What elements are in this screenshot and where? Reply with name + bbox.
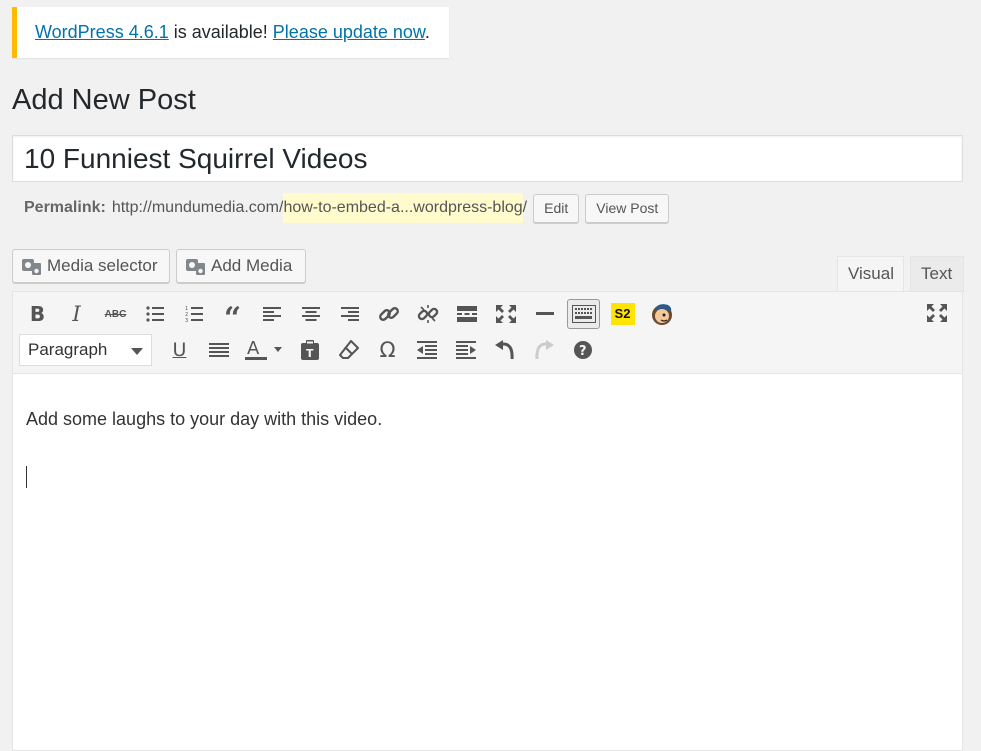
numbered-list-icon[interactable]: 123 [174, 297, 213, 331]
align-center-icon[interactable] [291, 297, 330, 331]
svg-text:A: A [247, 339, 260, 359]
media-icon [22, 259, 41, 275]
strikethrough-icon[interactable]: ABC [96, 297, 135, 331]
chevron-down-icon [131, 348, 143, 355]
notice-text: is available! [168, 22, 273, 42]
help-icon[interactable]: ? [563, 333, 602, 367]
permalink-row: Permalink: http://mundumedia.com/how-to-… [24, 193, 670, 223]
content-paragraph: Add some laughs to your day with this vi… [26, 409, 383, 429]
post-title-input[interactable]: 10 Funniest Squirrel Videos [12, 135, 963, 182]
justify-icon[interactable] [199, 333, 238, 367]
text-cursor [26, 466, 27, 488]
distraction-free-icon[interactable] [486, 297, 525, 331]
toolbar-toggle-icon[interactable] [567, 299, 600, 329]
editor-toolbar: B I ABC 123 “ S2 Paragraph U A T Ω ? [13, 292, 962, 374]
indent-icon[interactable] [446, 333, 485, 367]
media-selector-label: Media selector [47, 256, 158, 275]
media-selector-button[interactable]: Media selector [12, 249, 170, 283]
toolbar-row-1: B I ABC 123 “ S2 [18, 296, 681, 334]
add-media-label: Add Media [211, 256, 293, 275]
mailchimp-icon[interactable] [642, 297, 681, 331]
editor-content[interactable]: Add some laughs to your day with this vi… [13, 374, 962, 520]
fullscreen-icon[interactable] [917, 296, 956, 330]
add-media-button[interactable]: Add Media [176, 249, 306, 283]
post-editor: B I ABC 123 “ S2 Paragraph U A T Ω ? Add… [12, 291, 963, 751]
paste-as-text-icon[interactable]: T [290, 333, 329, 367]
text-color-icon[interactable]: A [238, 333, 290, 367]
redo-icon[interactable] [524, 333, 563, 367]
undo-icon[interactable] [485, 333, 524, 367]
notice-end: . [424, 22, 430, 42]
align-right-icon[interactable] [330, 297, 369, 331]
svg-text:T: T [306, 347, 314, 360]
update-now-link[interactable]: Please update now [273, 22, 425, 42]
special-character-icon[interactable]: Ω [368, 333, 407, 367]
tab-visual[interactable]: Visual [837, 256, 904, 292]
remove-link-icon[interactable] [408, 297, 447, 331]
format-select-value: Paragraph [28, 340, 108, 359]
bullet-list-icon[interactable] [135, 297, 174, 331]
format-select[interactable]: Paragraph [19, 334, 152, 366]
blockquote-icon[interactable]: “ [213, 297, 252, 334]
read-more-icon[interactable] [447, 297, 486, 331]
s2-badge: S2 [610, 303, 635, 325]
underline-icon[interactable]: U [160, 333, 199, 367]
permalink-trailing: / [522, 199, 528, 216]
tab-text[interactable]: Text [910, 256, 964, 292]
italic-icon[interactable]: I [57, 297, 96, 331]
svg-text:?: ? [579, 344, 587, 359]
update-notice: WordPress 4.6.1 is available! Please upd… [12, 7, 449, 58]
svg-text:3: 3 [185, 318, 188, 323]
permalink-base: http://mundumedia.com/ [111, 199, 284, 216]
edit-permalink-button[interactable]: Edit [533, 193, 580, 223]
outdent-icon[interactable] [407, 333, 446, 367]
subscribe2-icon[interactable]: S2 [603, 297, 642, 331]
clear-formatting-icon[interactable] [329, 333, 368, 367]
toolbar-row-2: Paragraph U A T Ω ? [19, 332, 602, 368]
insert-link-icon[interactable] [369, 297, 408, 331]
permalink-slug[interactable]: how-to-embed-a...wordpress-blog [283, 193, 523, 223]
wordpress-version-link[interactable]: WordPress 4.6.1 [35, 22, 169, 42]
permalink-label: Permalink: [24, 199, 106, 216]
view-post-button[interactable]: View Post [585, 193, 670, 223]
media-icon [186, 259, 205, 275]
align-left-icon[interactable] [252, 297, 291, 331]
page-title: Add New Post [12, 84, 196, 116]
bold-icon[interactable]: B [18, 297, 57, 331]
horizontal-line-icon[interactable] [525, 297, 564, 331]
